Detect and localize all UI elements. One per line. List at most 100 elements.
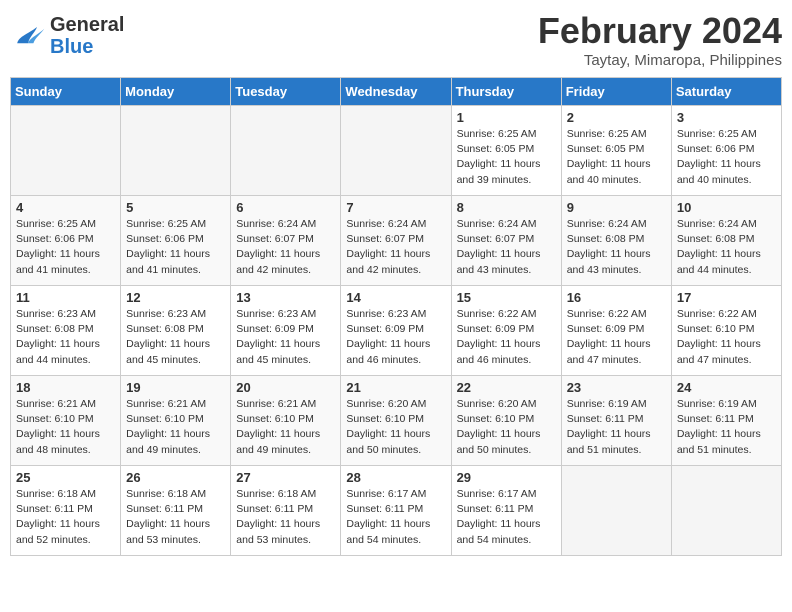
calendar-cell: 25 Sunrise: 6:18 AM Sunset: 6:11 PM Dayli… <box>11 466 121 556</box>
calendar-cell: 24 Sunrise: 6:19 AM Sunset: 6:11 PM Dayli… <box>671 376 781 466</box>
calendar-cell: 6 Sunrise: 6:24 AM Sunset: 6:07 PM Daylig… <box>231 196 341 286</box>
day-info: Sunrise: 6:17 AM Sunset: 6:11 PM Dayligh… <box>457 487 556 548</box>
day-info: Sunrise: 6:23 AM Sunset: 6:08 PM Dayligh… <box>16 307 115 368</box>
header-saturday: Saturday <box>671 78 781 106</box>
day-info: Sunrise: 6:22 AM Sunset: 6:09 PM Dayligh… <box>457 307 556 368</box>
calendar-cell <box>341 106 451 196</box>
day-info: Sunrise: 6:22 AM Sunset: 6:10 PM Dayligh… <box>677 307 776 368</box>
day-info: Sunrise: 6:19 AM Sunset: 6:11 PM Dayligh… <box>567 397 666 458</box>
day-number: 18 <box>16 380 115 395</box>
day-number: 20 <box>236 380 335 395</box>
calendar-cell: 15 Sunrise: 6:22 AM Sunset: 6:09 PM Dayli… <box>451 286 561 376</box>
calendar-cell: 18 Sunrise: 6:21 AM Sunset: 6:10 PM Dayli… <box>11 376 121 466</box>
header: General Blue February 2024 Taytay, Mimar… <box>10 10 782 69</box>
calendar-week-row: 25 Sunrise: 6:18 AM Sunset: 6:11 PM Dayli… <box>11 466 782 556</box>
day-info: Sunrise: 6:24 AM Sunset: 6:07 PM Dayligh… <box>236 217 335 278</box>
calendar-week-row: 4 Sunrise: 6:25 AM Sunset: 6:06 PM Daylig… <box>11 196 782 286</box>
calendar-cell: 7 Sunrise: 6:24 AM Sunset: 6:07 PM Daylig… <box>341 196 451 286</box>
day-info: Sunrise: 6:20 AM Sunset: 6:10 PM Dayligh… <box>346 397 445 458</box>
calendar-cell: 11 Sunrise: 6:23 AM Sunset: 6:08 PM Dayli… <box>11 286 121 376</box>
day-number: 17 <box>677 290 776 305</box>
day-info: Sunrise: 6:24 AM Sunset: 6:08 PM Dayligh… <box>677 217 776 278</box>
calendar-cell: 17 Sunrise: 6:22 AM Sunset: 6:10 PM Dayli… <box>671 286 781 376</box>
calendar-cell: 8Sunrise: 6:24 AM Sunset: 6:07 PM Daylig… <box>451 196 561 286</box>
logo-text: General Blue <box>50 14 124 58</box>
header-monday: Monday <box>121 78 231 106</box>
header-thursday: Thursday <box>451 78 561 106</box>
day-info: Sunrise: 6:23 AM Sunset: 6:08 PM Dayligh… <box>126 307 225 368</box>
calendar-week-row: 18 Sunrise: 6:21 AM Sunset: 6:10 PM Dayli… <box>11 376 782 466</box>
calendar-cell: 29 Sunrise: 6:17 AM Sunset: 6:11 PM Dayli… <box>451 466 561 556</box>
day-info: Sunrise: 6:25 AM Sunset: 6:06 PM Dayligh… <box>16 217 115 278</box>
day-number: 11 <box>16 290 115 305</box>
day-info: Sunrise: 6:25 AM Sunset: 6:05 PM Dayligh… <box>457 127 556 188</box>
day-number: 7 <box>346 200 445 215</box>
day-number: 24 <box>677 380 776 395</box>
calendar-cell: 28Sunrise: 6:17 AM Sunset: 6:11 PM Dayli… <box>341 466 451 556</box>
calendar-cell: 1 Sunrise: 6:25 AM Sunset: 6:05 PM Daylig… <box>451 106 561 196</box>
day-number: 25 <box>16 470 115 485</box>
calendar-cell: 3 Sunrise: 6:25 AM Sunset: 6:06 PM Daylig… <box>671 106 781 196</box>
day-number: 9 <box>567 200 666 215</box>
day-info: Sunrise: 6:18 AM Sunset: 6:11 PM Dayligh… <box>126 487 225 548</box>
calendar-cell <box>231 106 341 196</box>
calendar-subtitle: Taytay, Mimaropa, Philippines <box>538 52 782 69</box>
calendar-cell: 10Sunrise: 6:24 AM Sunset: 6:08 PM Dayli… <box>671 196 781 286</box>
calendar-cell: 9 Sunrise: 6:24 AM Sunset: 6:08 PM Daylig… <box>561 196 671 286</box>
day-number: 15 <box>457 290 556 305</box>
day-number: 23 <box>567 380 666 395</box>
day-info: Sunrise: 6:23 AM Sunset: 6:09 PM Dayligh… <box>236 307 335 368</box>
calendar-cell: 21Sunrise: 6:20 AM Sunset: 6:10 PM Dayli… <box>341 376 451 466</box>
calendar-cell: 5 Sunrise: 6:25 AM Sunset: 6:06 PM Daylig… <box>121 196 231 286</box>
calendar-cell: 19Sunrise: 6:21 AM Sunset: 6:10 PM Dayli… <box>121 376 231 466</box>
day-number: 19 <box>126 380 225 395</box>
day-number: 16 <box>567 290 666 305</box>
calendar-cell <box>11 106 121 196</box>
calendar-cell: 20Sunrise: 6:21 AM Sunset: 6:10 PM Dayli… <box>231 376 341 466</box>
calendar-cell: 4 Sunrise: 6:25 AM Sunset: 6:06 PM Daylig… <box>11 196 121 286</box>
logo: General Blue <box>10 14 124 58</box>
calendar-table: SundayMondayTuesdayWednesdayThursdayFrid… <box>10 77 782 556</box>
header-sunday: Sunday <box>11 78 121 106</box>
day-info: Sunrise: 6:21 AM Sunset: 6:10 PM Dayligh… <box>16 397 115 458</box>
day-number: 29 <box>457 470 556 485</box>
day-info: Sunrise: 6:18 AM Sunset: 6:11 PM Dayligh… <box>236 487 335 548</box>
day-number: 4 <box>16 200 115 215</box>
header-tuesday: Tuesday <box>231 78 341 106</box>
day-info: Sunrise: 6:23 AM Sunset: 6:09 PM Dayligh… <box>346 307 445 368</box>
day-info: Sunrise: 6:22 AM Sunset: 6:09 PM Dayligh… <box>567 307 666 368</box>
day-number: 3 <box>677 110 776 125</box>
day-number: 5 <box>126 200 225 215</box>
title-area: February 2024 Taytay, Mimaropa, Philippi… <box>538 10 782 69</box>
calendar-cell: 26 Sunrise: 6:18 AM Sunset: 6:11 PM Dayli… <box>121 466 231 556</box>
day-info: Sunrise: 6:24 AM Sunset: 6:07 PM Dayligh… <box>457 217 556 278</box>
day-number: 12 <box>126 290 225 305</box>
calendar-cell: 27 Sunrise: 6:18 AM Sunset: 6:11 PM Dayli… <box>231 466 341 556</box>
day-info: Sunrise: 6:25 AM Sunset: 6:06 PM Dayligh… <box>677 127 776 188</box>
day-number: 2 <box>567 110 666 125</box>
day-number: 27 <box>236 470 335 485</box>
header-friday: Friday <box>561 78 671 106</box>
day-info: Sunrise: 6:25 AM Sunset: 6:05 PM Dayligh… <box>567 127 666 188</box>
day-info: Sunrise: 6:24 AM Sunset: 6:07 PM Dayligh… <box>346 217 445 278</box>
calendar-week-row: 1 Sunrise: 6:25 AM Sunset: 6:05 PM Daylig… <box>11 106 782 196</box>
day-number: 6 <box>236 200 335 215</box>
day-number: 13 <box>236 290 335 305</box>
day-info: Sunrise: 6:25 AM Sunset: 6:06 PM Dayligh… <box>126 217 225 278</box>
day-number: 28 <box>346 470 445 485</box>
calendar-cell: 23 Sunrise: 6:19 AM Sunset: 6:11 PM Dayli… <box>561 376 671 466</box>
calendar-cell <box>561 466 671 556</box>
calendar-cell <box>121 106 231 196</box>
calendar-cell: 12 Sunrise: 6:23 AM Sunset: 6:08 PM Dayli… <box>121 286 231 376</box>
day-info: Sunrise: 6:20 AM Sunset: 6:10 PM Dayligh… <box>457 397 556 458</box>
calendar-cell: 14 Sunrise: 6:23 AM Sunset: 6:09 PM Dayli… <box>341 286 451 376</box>
day-number: 14 <box>346 290 445 305</box>
day-info: Sunrise: 6:24 AM Sunset: 6:08 PM Dayligh… <box>567 217 666 278</box>
calendar-cell: 2 Sunrise: 6:25 AM Sunset: 6:05 PM Daylig… <box>561 106 671 196</box>
day-number: 22 <box>457 380 556 395</box>
day-info: Sunrise: 6:19 AM Sunset: 6:11 PM Dayligh… <box>677 397 776 458</box>
day-number: 26 <box>126 470 225 485</box>
day-number: 1 <box>457 110 556 125</box>
day-info: Sunrise: 6:18 AM Sunset: 6:11 PM Dayligh… <box>16 487 115 548</box>
header-wednesday: Wednesday <box>341 78 451 106</box>
